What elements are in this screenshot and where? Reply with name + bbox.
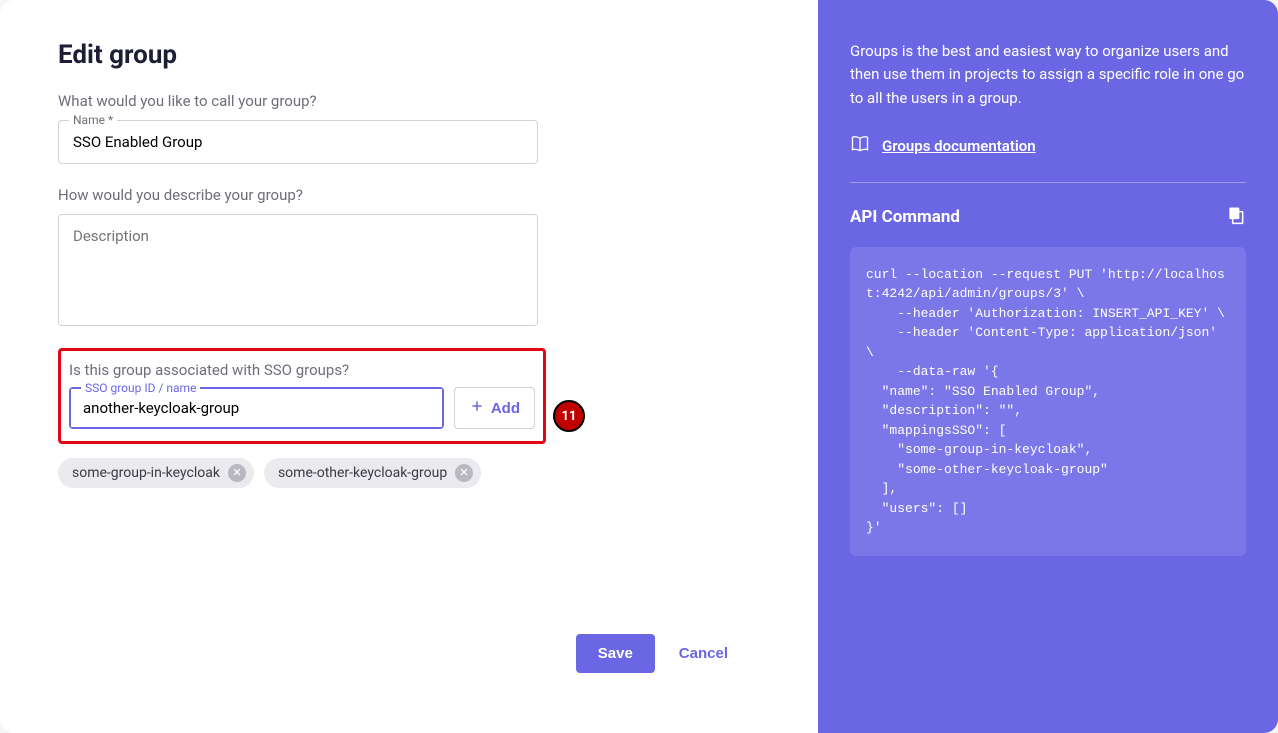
sso-input-wrap[interactable]: SSO group ID / name <box>69 387 444 429</box>
description-input-wrap[interactable] <box>58 214 538 326</box>
chip-label: some-group-in-keycloak <box>72 465 220 481</box>
name-input-label: Name * <box>69 113 117 127</box>
chip-remove-button[interactable] <box>455 464 473 482</box>
sso-chip: some-other-keycloak-group <box>264 458 481 488</box>
api-code-block[interactable]: curl --location --request PUT 'http://lo… <box>850 247 1246 556</box>
cancel-button[interactable]: Cancel <box>679 645 728 662</box>
close-icon <box>232 465 242 481</box>
doc-link-row: Groups documentation <box>850 134 1246 183</box>
description-question: How would you describe your group? <box>58 186 538 204</box>
step-badge: 11 <box>553 400 585 432</box>
form-actions: Save Cancel <box>58 634 768 703</box>
side-panel: Groups is the best and easiest way to or… <box>818 0 1278 733</box>
chip-remove-button[interactable] <box>228 464 246 482</box>
description-field-block: How would you describe your group? <box>58 186 538 326</box>
sso-input-label: SSO group ID / name <box>81 381 200 395</box>
name-question: What would you like to call your group? <box>58 92 538 110</box>
sso-question: Is this group associated with SSO groups… <box>69 361 535 379</box>
sso-section: Is this group associated with SSO groups… <box>58 348 546 444</box>
groups-documentation-link[interactable]: Groups documentation <box>882 137 1036 155</box>
page-title: Edit group <box>58 40 768 70</box>
api-command-header: API Command <box>850 205 1246 229</box>
edit-group-form: Edit group What would you like to call y… <box>0 0 818 733</box>
copy-button[interactable] <box>1226 205 1246 229</box>
add-button-label: Add <box>491 400 520 417</box>
save-button[interactable]: Save <box>576 634 655 673</box>
sso-chips: some-group-in-keycloak some-other-keyclo… <box>58 458 768 488</box>
copy-icon <box>1226 211 1246 229</box>
side-intro: Groups is the best and easiest way to or… <box>850 40 1246 110</box>
close-icon <box>459 465 469 481</box>
description-input[interactable] <box>59 215 537 321</box>
add-sso-button[interactable]: Add <box>454 387 535 429</box>
name-input[interactable] <box>59 121 537 163</box>
api-command-heading: API Command <box>850 207 960 227</box>
plus-icon <box>469 398 485 418</box>
sso-chip: some-group-in-keycloak <box>58 458 254 488</box>
name-field-block: What would you like to call your group? … <box>58 92 538 164</box>
book-icon <box>850 134 870 158</box>
name-input-wrap[interactable]: Name * <box>58 120 538 164</box>
chip-label: some-other-keycloak-group <box>278 465 447 481</box>
